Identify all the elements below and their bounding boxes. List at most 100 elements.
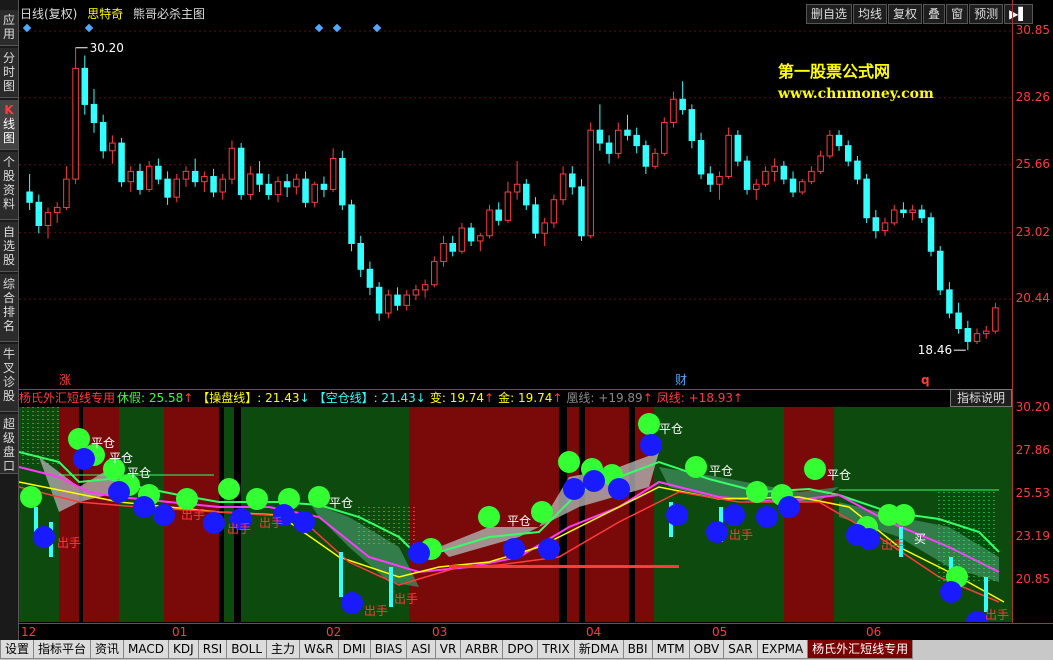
signal-chu-label: 出手 — [985, 608, 1009, 622]
signal-chu-label: 出手 — [364, 604, 388, 618]
indicator-name[interactable]: 杨氏外汇短线专用 — [19, 391, 115, 405]
bottom-tab-0[interactable]: 设置 — [0, 640, 35, 659]
candle-body — [578, 186, 585, 237]
toolbar-button-2[interactable]: 复权 — [888, 4, 923, 24]
left-tab-0[interactable]: 应用 — [0, 10, 18, 46]
left-tab-label: 线图 — [2, 117, 15, 145]
candle-body — [697, 139, 705, 175]
candle-body — [927, 217, 935, 252]
bottom-tab-11[interactable]: ASI — [406, 640, 436, 659]
bottom-tab-21[interactable]: EXPMA — [756, 640, 809, 659]
signal-ping-icon — [68, 428, 90, 450]
candle-body — [936, 250, 944, 291]
bottom-tab-9[interactable]: DMI — [337, 640, 371, 659]
bottom-tab-10[interactable]: BIAS — [369, 640, 408, 659]
indicator-explain-button[interactable]: 指标说明 — [950, 389, 1012, 407]
candle-body — [136, 170, 144, 190]
candle-body — [458, 227, 466, 252]
left-tab-7[interactable]: 超级盘口 — [0, 414, 18, 474]
candle-body — [118, 142, 125, 183]
date-label: 12 — [21, 625, 37, 639]
bottom-tab-2[interactable]: 资讯 — [90, 640, 125, 659]
indicator-value-3: 变: 19.74↑ — [429, 391, 495, 405]
left-tab-1[interactable]: 分时图 — [0, 48, 18, 98]
left-tab-label: 应用 — [2, 13, 15, 41]
toolbar-button-1[interactable]: 均线 — [853, 4, 888, 24]
bottom-tab-13[interactable]: ARBR — [460, 640, 504, 659]
candle-body — [504, 191, 512, 221]
candle-body — [495, 209, 502, 221]
toolbar-button-0[interactable]: 删自选 — [806, 4, 853, 24]
toolbar-button-3[interactable]: 叠 — [923, 4, 946, 24]
signal-chu-icon — [538, 538, 560, 560]
bottom-tab-19[interactable]: OBV — [688, 640, 725, 659]
toolbar-button-5[interactable]: 预测 — [969, 4, 1004, 24]
signal-chu-label: 出手 — [259, 516, 283, 530]
candle-body — [826, 134, 834, 157]
indicator-value-0: 休假: 25.58↑ — [117, 391, 194, 405]
indicator-chart[interactable]: 平仓平仓平仓平仓平仓平仓平仓 平仓出手出手出手 出手出手出手出手出手出手买 — [19, 407, 1012, 622]
bottom-tab-12[interactable]: VR — [434, 640, 462, 659]
date-label: 04 — [586, 625, 602, 639]
q-marker: q — [921, 373, 930, 387]
candle-body — [256, 173, 263, 185]
toolbar-button-4[interactable]: 窗 — [946, 4, 969, 24]
bottom-tab-7[interactable]: 主力 — [266, 640, 301, 659]
bottom-tab-22[interactable]: 杨氏外汇短线专用 — [807, 640, 914, 659]
bottom-tab-8[interactable]: W&R — [299, 640, 339, 659]
candle-body — [26, 191, 33, 203]
bottom-tab-1[interactable]: 指标平台 — [33, 640, 92, 659]
candle-body — [431, 261, 438, 286]
formula-name[interactable]: 熊哥必杀主图 — [133, 7, 205, 21]
low-label: 18.46 — [918, 343, 952, 357]
signal-chu-icon — [108, 481, 130, 503]
indicator-bar — [339, 552, 343, 597]
signal-chu-icon — [778, 496, 800, 518]
left-tab-4[interactable]: 自选股 — [0, 222, 18, 272]
period-label[interactable]: 日线(复权) — [20, 7, 77, 21]
left-tab-3[interactable]: 个股资料 — [0, 152, 18, 220]
candle-body — [293, 178, 300, 188]
candle-body — [90, 103, 98, 123]
bottom-tab-15[interactable]: TRIX — [537, 640, 575, 659]
candle-body — [127, 170, 135, 183]
candle-body — [982, 330, 990, 335]
indicator-arrow-icon: ↑ — [183, 391, 194, 405]
signal-ping-label: 平仓 — [109, 451, 133, 465]
candle-body — [946, 289, 953, 314]
candle-body — [743, 160, 751, 190]
bottom-tab-5[interactable]: RSI — [197, 640, 228, 659]
candle-body — [449, 243, 456, 252]
candle-body — [44, 212, 52, 226]
left-tab-5[interactable]: 综合排名 — [0, 274, 18, 342]
bottom-tab-17[interactable]: BBI — [622, 640, 653, 659]
event-marker-icon — [314, 23, 324, 33]
signal-ping-icon — [638, 413, 660, 435]
bottom-tab-20[interactable]: SAR — [723, 640, 758, 659]
bottom-tab-18[interactable]: MTM — [651, 640, 690, 659]
bottom-tab-14[interactable]: DPO — [502, 640, 539, 659]
indicator-arrow-icon: ↓ — [415, 391, 426, 405]
candle-body — [624, 129, 631, 136]
candle-body — [992, 307, 999, 332]
bottom-tab-4[interactable]: KDJ — [168, 640, 199, 659]
indicator-tab-bar: 设置 指标平台 资讯 MACD KDJ RSI BOLL 主力 W&R DMI BIAS ASI VR A… — [0, 640, 1053, 660]
signal-ping-icon — [20, 486, 42, 508]
signal-ping-icon — [246, 488, 268, 510]
cai-marker: 财 — [675, 373, 687, 387]
candle-body — [569, 173, 576, 188]
signal-chu-icon — [73, 448, 95, 470]
indicator-axis: 30.20 27.86 25.53 23.19 20.85 — [1012, 388, 1053, 623]
candle-body — [210, 176, 217, 193]
candle-body — [173, 178, 181, 198]
left-tab-2[interactable]: K线图 — [0, 100, 18, 150]
bottom-tab-3[interactable]: MACD — [123, 640, 170, 659]
bottom-tab-16[interactable]: 新DMA — [573, 640, 624, 659]
signal-ping-label: 平仓 — [127, 466, 151, 480]
candle-body — [964, 328, 972, 342]
bottom-tab-6[interactable]: BOLL — [226, 640, 268, 659]
stock-name: 思特奇 — [87, 7, 124, 21]
signal-chu-label: 出手 — [227, 522, 251, 536]
left-tab-6[interactable]: 牛叉诊股 — [0, 344, 18, 412]
candle-body — [366, 268, 374, 288]
